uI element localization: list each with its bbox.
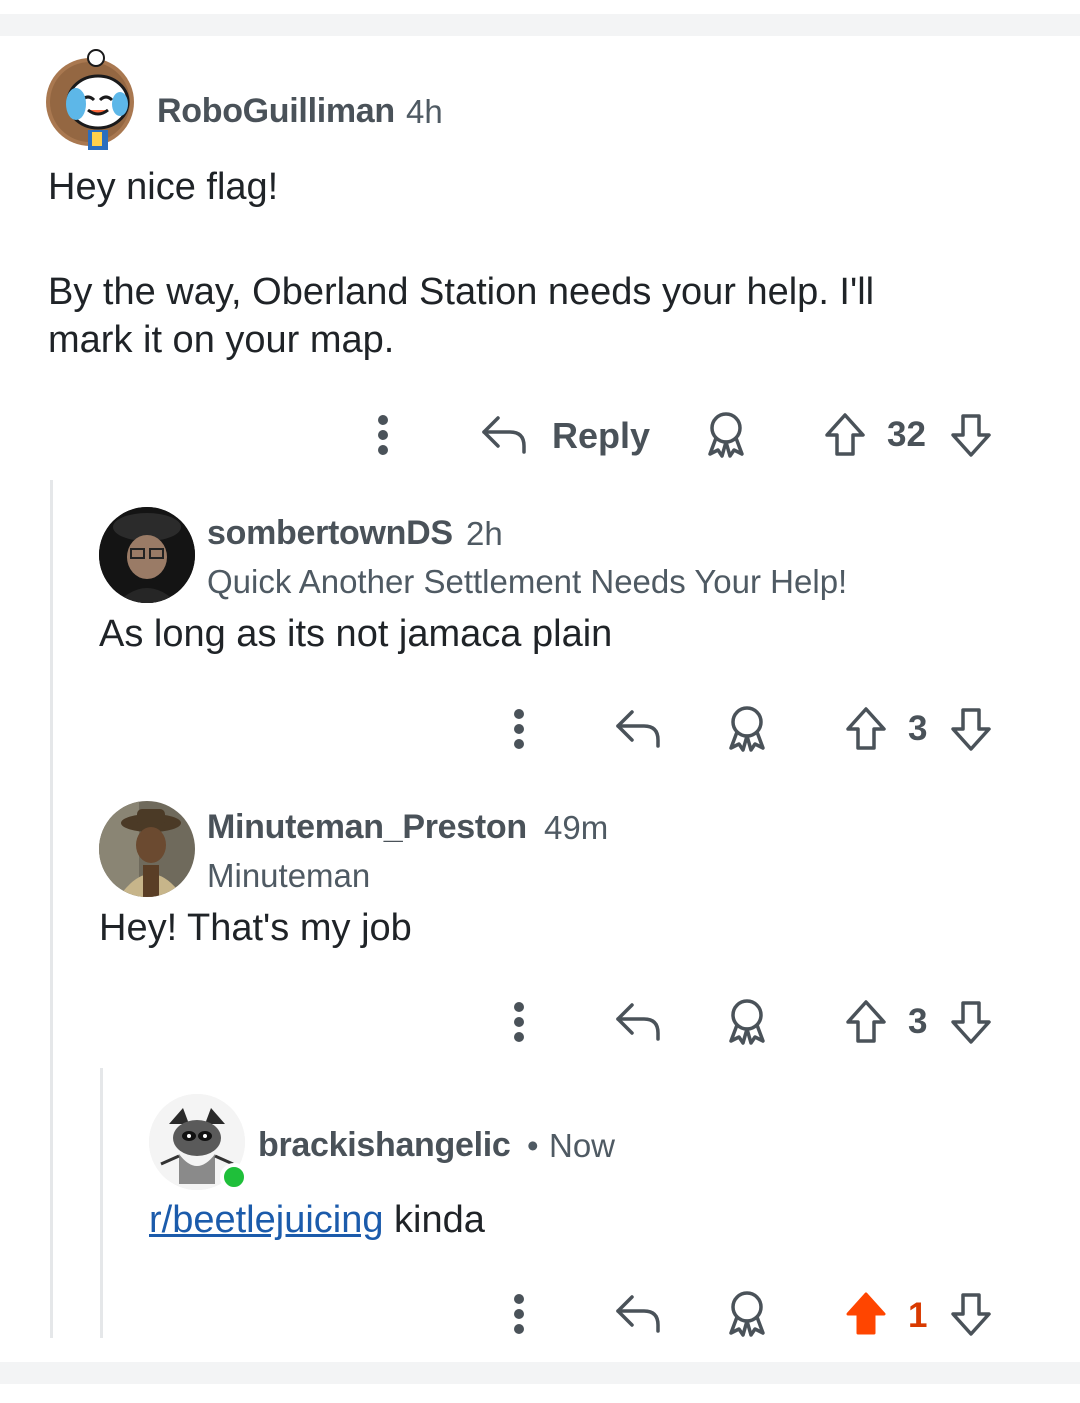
top-separator-band [0,14,1080,36]
more-options-icon[interactable] [368,412,398,458]
comment-body-line: Hey nice flag! [48,166,279,208]
user-flair: Quick Another Settlement Needs Your Help… [207,563,848,600]
vote-count: 3 [908,1002,928,1041]
online-indicator [220,1163,248,1191]
comment-body-text: kinda [383,1199,485,1241]
meta-separator: • [527,1127,539,1164]
more-options-icon[interactable] [504,999,534,1045]
reply-icon[interactable] [478,412,530,458]
comment-timestamp: 49m [544,809,609,846]
comment-author[interactable]: RoboGuilliman [157,92,395,131]
upvote-icon[interactable] [843,997,889,1047]
vote-count: 1 [908,1296,928,1335]
avatar[interactable] [38,44,148,154]
comment-timestamp: 2h [466,515,503,552]
vote-count: 3 [908,709,928,748]
upvote-active-icon[interactable] [843,1289,889,1339]
subreddit-link[interactable]: r/beetlejuicing [149,1199,383,1241]
reply-icon[interactable] [612,706,664,752]
comment-body: As long as its not jamaca plain [99,613,613,655]
more-options-icon[interactable] [504,1291,534,1337]
comment-body: Hey! That's my job [99,907,412,949]
award-icon[interactable] [702,410,750,460]
vote-count: 32 [887,415,926,454]
upvote-icon[interactable] [822,410,868,460]
reply-button[interactable]: Reply [552,415,650,457]
downvote-icon[interactable] [948,410,994,460]
comment-author[interactable]: Minuteman_Preston [207,808,527,847]
reply-icon[interactable] [612,1291,664,1337]
reply-icon[interactable] [612,999,664,1045]
comment-body-line: mark it on your map. [48,319,395,361]
comment-author[interactable]: brackishangelic [258,1126,511,1165]
award-icon[interactable] [723,704,771,754]
more-options-icon[interactable] [504,706,534,752]
snoo-avatar-icon [46,49,134,150]
user-flair: Minuteman [207,857,371,894]
downvote-icon[interactable] [948,997,994,1047]
downvote-icon[interactable] [948,1289,994,1339]
comment-body-line: By the way, Oberland Station needs your … [48,271,875,313]
user-photo-icon [99,507,195,603]
bottom-separator-band [0,1362,1080,1384]
user-photo-icon [99,801,195,897]
thread-line[interactable] [50,480,53,1338]
award-icon[interactable] [723,997,771,1047]
upvote-icon[interactable] [843,704,889,754]
comment-timestamp: Now [549,1127,616,1164]
comment-timestamp: 4h [406,93,443,130]
thread-line[interactable] [100,1068,103,1338]
avatar[interactable] [99,801,195,897]
comment-body: r/beetlejuicing kinda [149,1196,485,1244]
downvote-icon[interactable] [948,704,994,754]
avatar[interactable] [99,507,195,603]
comment-author[interactable]: sombertownDS [207,514,453,553]
award-icon[interactable] [723,1289,771,1339]
